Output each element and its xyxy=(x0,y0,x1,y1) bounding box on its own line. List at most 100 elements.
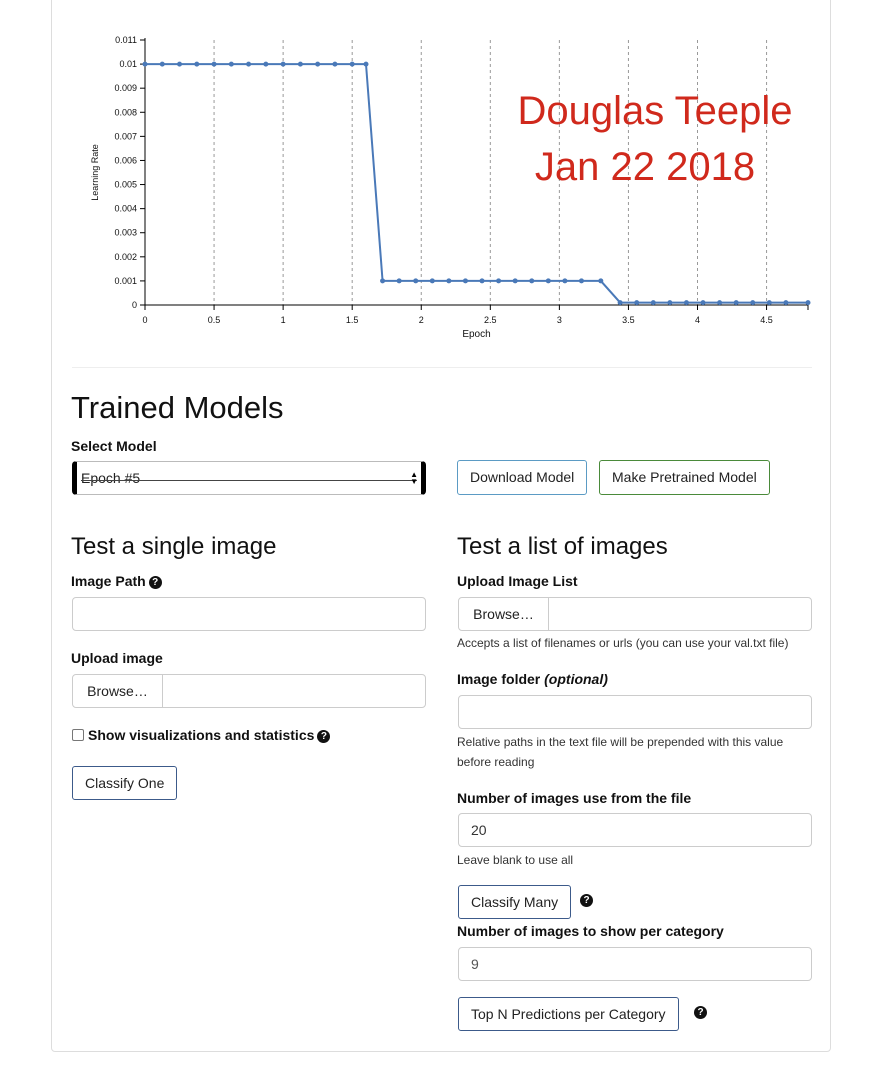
image-path-input[interactable] xyxy=(72,597,426,631)
question-circle-icon[interactable]: ? xyxy=(148,576,162,589)
x-tick-label: 4.5 xyxy=(760,315,773,325)
learning-rate-chart: 0 0.001 0.002 0.003 0.004 0.005 0.006 0.007 0.00… xyxy=(90,35,811,340)
divider xyxy=(72,367,812,368)
model-select[interactable]: Epoch #5 ▲ ▼ xyxy=(72,461,426,495)
y-tick-label: 0.004 xyxy=(114,204,137,214)
x-tick-label: 3 xyxy=(557,315,562,325)
data-point xyxy=(462,278,468,284)
data-point xyxy=(479,278,485,284)
data-point xyxy=(396,278,402,284)
x-axis-label: Epoch xyxy=(462,329,490,340)
data-point xyxy=(783,300,789,306)
data-point xyxy=(246,61,252,67)
num-images-input[interactable]: 20 xyxy=(458,813,812,847)
data-point xyxy=(545,278,551,284)
data-point xyxy=(617,300,623,306)
data-point xyxy=(717,300,723,306)
annotation-line2: Jan 22 2018 xyxy=(535,145,755,189)
y-tick-label: 0.003 xyxy=(114,228,137,238)
x-tick-label: 0 xyxy=(142,315,147,325)
data-point xyxy=(380,278,386,284)
show-visualizations-checkbox[interactable] xyxy=(72,729,84,741)
image-folder-input[interactable] xyxy=(458,695,812,729)
annotation-line1: Douglas Teeple xyxy=(517,89,792,133)
x-tick-label: 2.5 xyxy=(484,315,497,325)
data-point xyxy=(263,61,269,67)
data-point xyxy=(496,278,502,284)
test-single-image-heading: Test a single image xyxy=(71,533,277,560)
x-tick-label: 1.5 xyxy=(346,315,359,325)
question-circle-icon[interactable]: ? xyxy=(580,894,593,907)
model-select-value: Epoch #5 xyxy=(81,470,141,486)
data-point xyxy=(315,61,321,67)
y-tick-label: 0.007 xyxy=(114,131,137,141)
per-category-input[interactable]: 9 xyxy=(458,947,812,981)
data-point xyxy=(297,61,303,67)
data-point xyxy=(429,278,435,284)
data-point xyxy=(750,300,756,306)
y-tick-label: 0.01 xyxy=(119,59,137,69)
x-tick-label: 0.5 xyxy=(208,315,221,325)
trained-models-heading: Trained Models xyxy=(71,390,284,425)
data-point xyxy=(598,278,604,284)
data-point xyxy=(349,61,355,67)
make-pretrained-model-button[interactable]: Make Pretrained Model xyxy=(599,460,770,495)
question-circle-icon[interactable]: ? xyxy=(694,1006,707,1019)
data-point xyxy=(413,278,419,284)
y-tick-label: 0.009 xyxy=(114,83,137,93)
y-tick-label: 0 xyxy=(132,300,137,310)
image-folder-label: Image folder (optional) xyxy=(457,671,608,687)
upload-image-label: Upload image xyxy=(71,650,163,666)
y-axis-label: Learning Rate xyxy=(90,144,100,201)
data-point xyxy=(562,278,568,284)
question-circle-icon[interactable]: ? xyxy=(317,730,331,743)
browse-button[interactable]: Browse… xyxy=(459,598,549,630)
x-tick-label: 3.5 xyxy=(622,315,635,325)
updown-arrows-icon: ▲ ▼ xyxy=(410,470,418,486)
y-tick-label: 0.005 xyxy=(114,180,137,190)
data-point xyxy=(683,300,689,306)
x-tick-label: 1 xyxy=(281,315,286,325)
data-point xyxy=(159,61,165,67)
data-point xyxy=(650,300,656,306)
top-n-predictions-button[interactable]: Top N Predictions per Category xyxy=(458,997,679,1031)
data-point xyxy=(142,61,148,67)
y-tick-label: 0.001 xyxy=(114,276,137,286)
data-point xyxy=(194,61,200,67)
data-point xyxy=(446,278,452,284)
classify-one-button[interactable]: Classify One xyxy=(72,766,178,800)
x-tick-label: 4 xyxy=(695,315,700,325)
data-point xyxy=(228,61,234,67)
y-tick-label: 0.008 xyxy=(114,107,137,117)
classify-many-button[interactable]: Classify Many xyxy=(458,885,572,919)
data-point xyxy=(805,300,811,306)
per-category-label: Number of images to show per category xyxy=(457,923,724,939)
data-point xyxy=(529,278,535,284)
num-images-help: Leave blank to use all xyxy=(457,853,574,867)
y-tick-label: 0.006 xyxy=(114,155,137,165)
data-point xyxy=(733,300,739,306)
data-point xyxy=(332,61,338,67)
data-point xyxy=(634,300,640,306)
x-tick-label: 2 xyxy=(419,315,424,325)
upload-image-file-input[interactable]: Browse… xyxy=(72,674,426,708)
browse-button[interactable]: Browse… xyxy=(73,675,163,707)
upload-list-help: Accepts a list of filenames or urls (you… xyxy=(457,636,789,650)
data-point xyxy=(211,61,217,67)
image-folder-help-line2: before reading xyxy=(457,755,535,769)
y-tick-label: 0.011 xyxy=(115,35,137,45)
show-visualizations-label: Show visualizations and statistics? xyxy=(88,727,331,743)
select-model-label: Select Model xyxy=(71,438,157,454)
y-tick-label: 0.002 xyxy=(114,252,137,262)
upload-image-list-file-input[interactable]: Browse… xyxy=(458,597,812,631)
data-point xyxy=(667,300,673,306)
data-point xyxy=(177,61,183,67)
data-point xyxy=(700,300,706,306)
upload-image-list-label: Upload Image List xyxy=(457,573,578,589)
download-model-button[interactable]: Download Model xyxy=(457,460,588,495)
data-point xyxy=(512,278,518,284)
num-images-label: Number of images use from the file xyxy=(457,790,692,806)
data-point xyxy=(766,300,772,306)
test-list-images-heading: Test a list of images xyxy=(457,533,668,560)
data-point xyxy=(280,61,286,67)
